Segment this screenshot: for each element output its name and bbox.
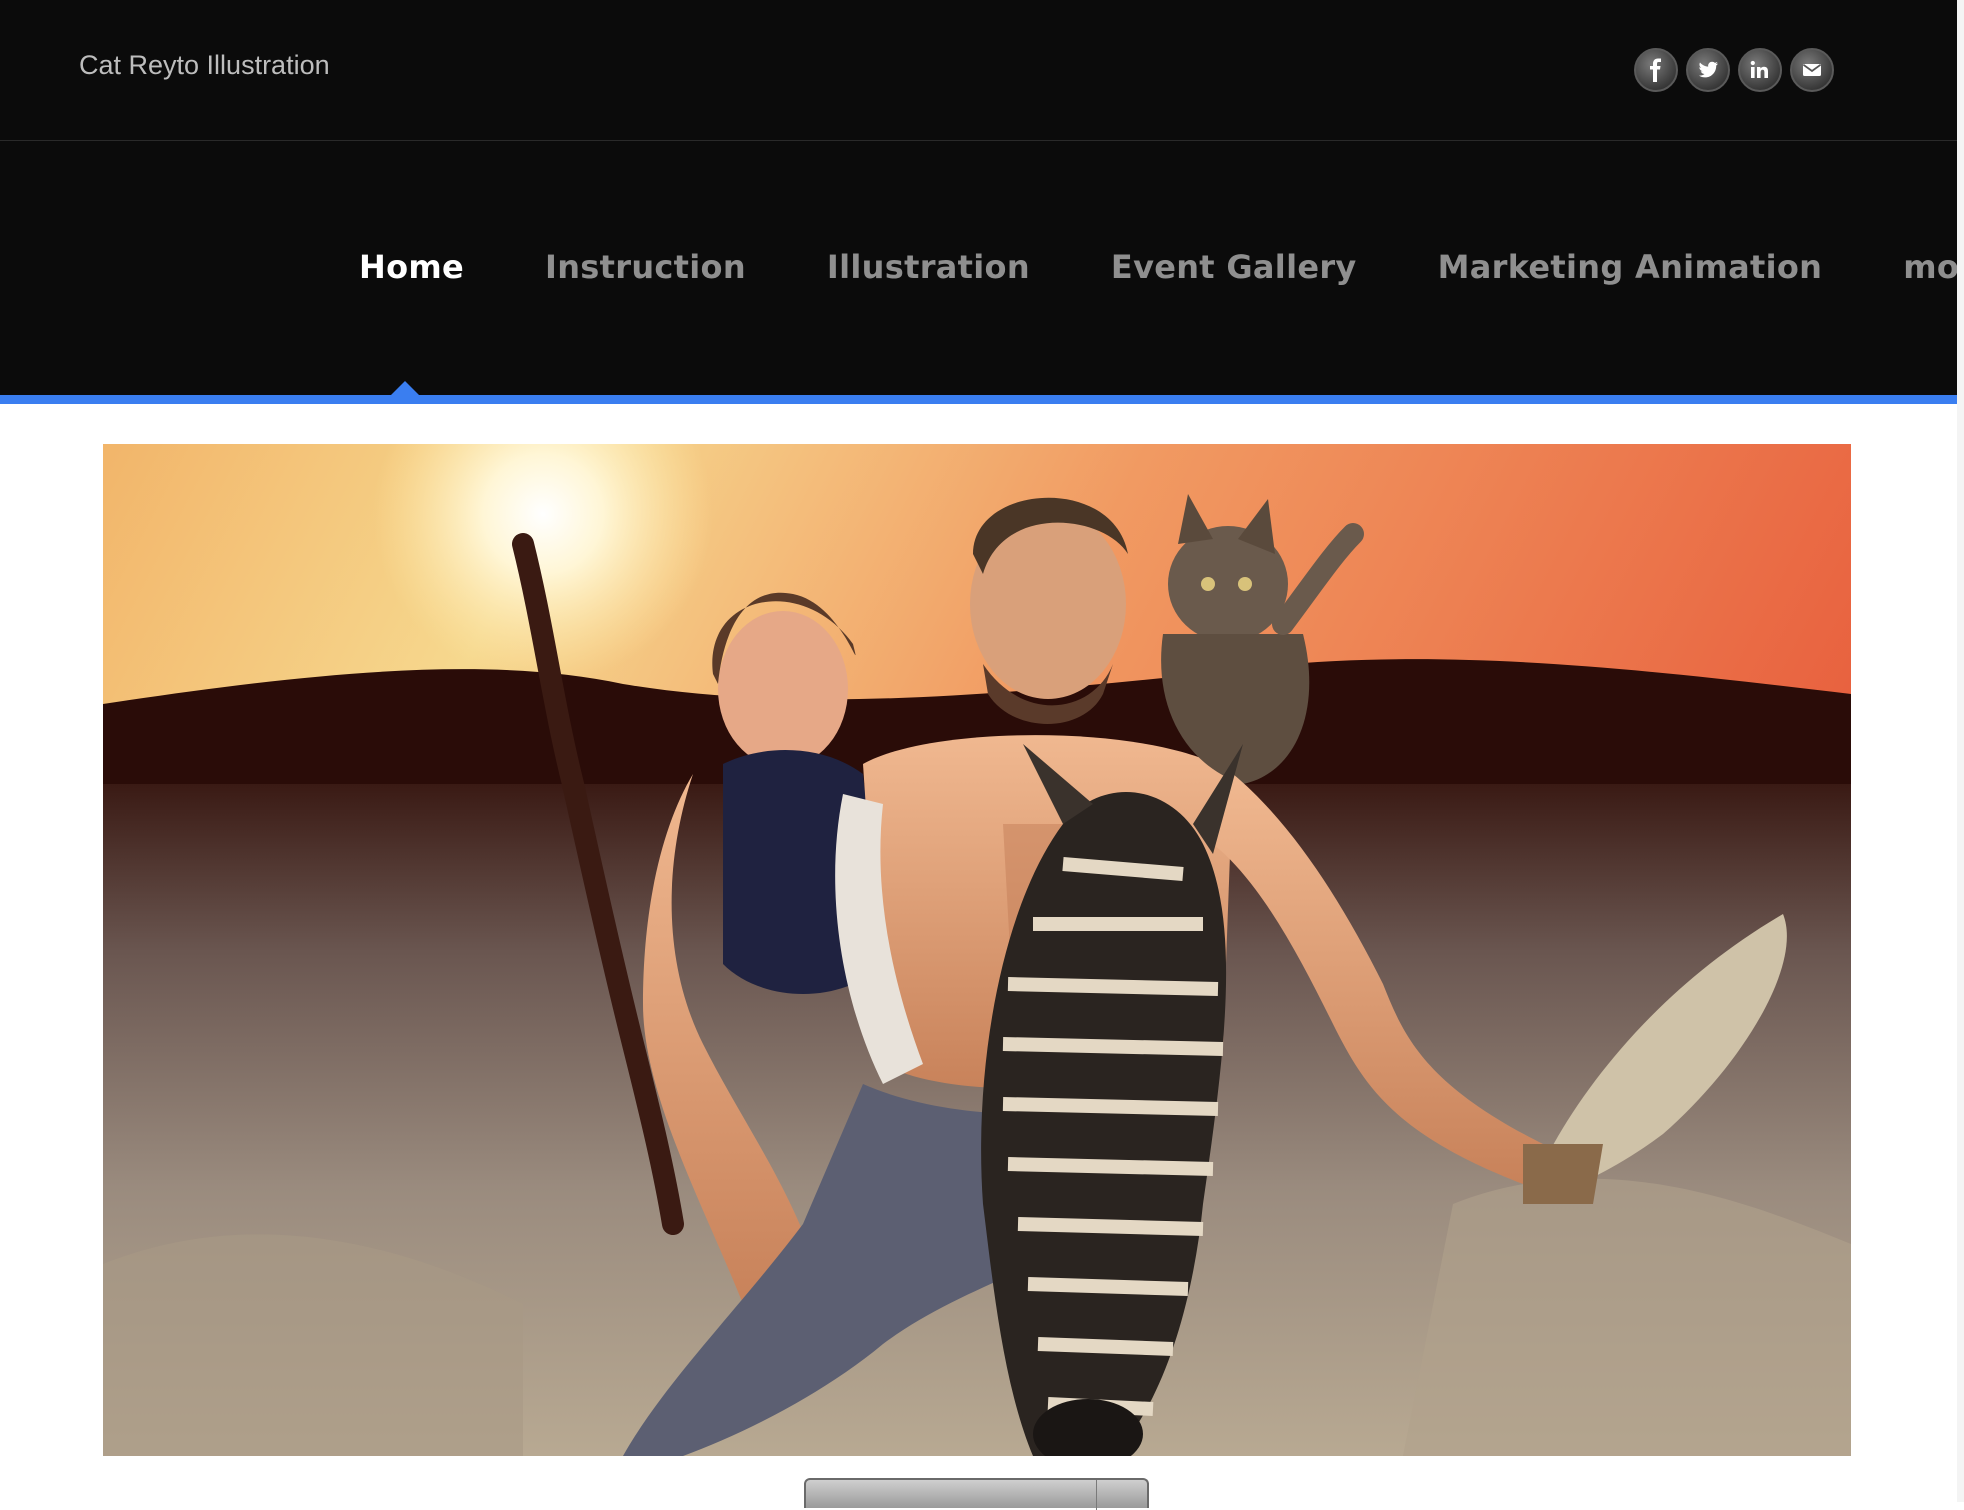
- twitter-icon[interactable]: [1686, 48, 1730, 92]
- hero-image: [103, 444, 1851, 1456]
- nav-instruction[interactable]: Instruction: [545, 248, 746, 286]
- linkedin-icon[interactable]: [1738, 48, 1782, 92]
- facebook-icon[interactable]: [1634, 48, 1678, 92]
- nav-event-gallery[interactable]: Event Gallery: [1111, 248, 1357, 286]
- nav-more[interactable]: more...: [1903, 248, 1964, 286]
- main-nav-bar: Home Instruction Illustration Event Gall…: [0, 141, 1964, 395]
- social-links: [1634, 48, 1834, 92]
- gallery-control-button[interactable]: [804, 1478, 1149, 1510]
- button-divider: [1096, 1480, 1097, 1510]
- top-bar: Cat Reyto Illustration: [0, 0, 1957, 141]
- nav-illustration[interactable]: Illustration: [827, 248, 1030, 286]
- main-nav: Home Instruction Illustration Event Gall…: [359, 248, 1964, 286]
- nav-home[interactable]: Home: [359, 248, 464, 286]
- hero-illustration: [103, 444, 1851, 1456]
- nav-accent-stripe: [0, 395, 1957, 404]
- nav-marketing-animation[interactable]: Marketing Animation: [1438, 248, 1823, 286]
- site-title[interactable]: Cat Reyto Illustration: [79, 50, 330, 81]
- scrollbar-track[interactable]: [1957, 0, 1964, 1502]
- email-icon[interactable]: [1790, 48, 1834, 92]
- active-nav-indicator: [390, 381, 420, 396]
